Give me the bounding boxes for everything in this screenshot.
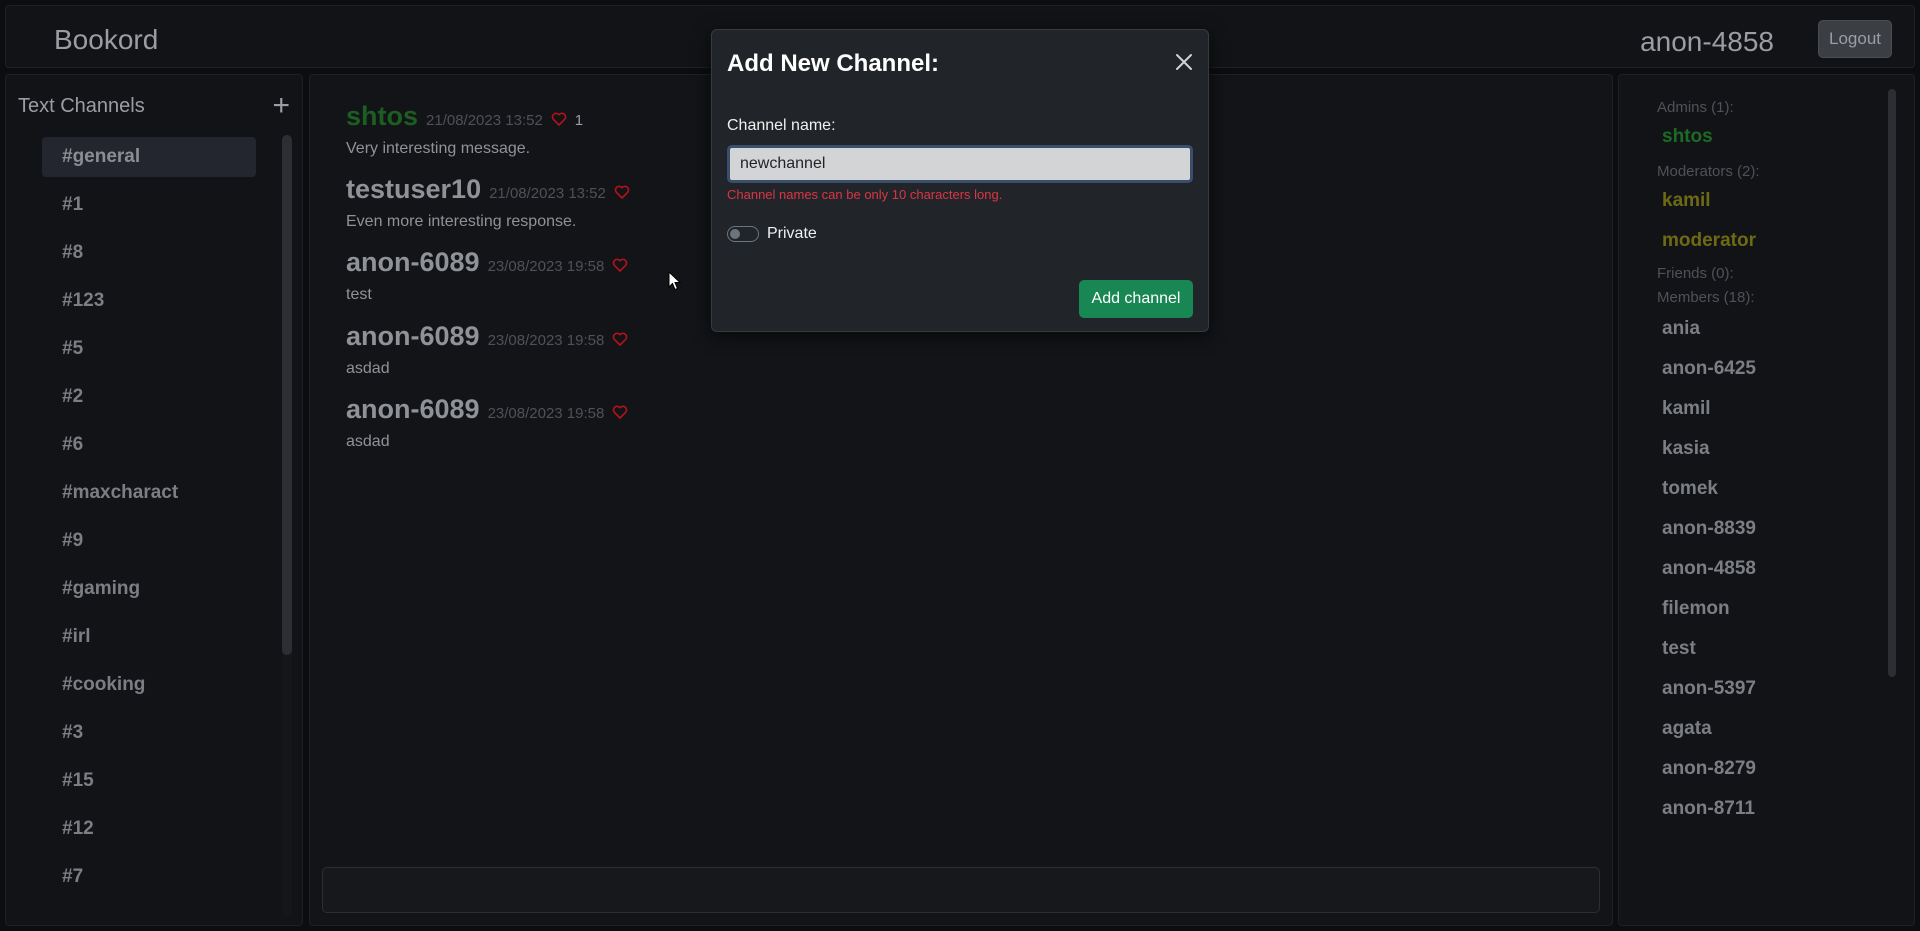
member-moderator[interactable]: kamil bbox=[1662, 190, 1711, 212]
message-timestamp: 23/08/2023 19:58 bbox=[487, 258, 605, 275]
channels-scrollbar-thumb[interactable] bbox=[282, 135, 292, 655]
message-text: asdad bbox=[346, 433, 390, 450]
message: anon-6089 23/08/2023 19:58 asdad bbox=[346, 321, 628, 378]
member-item[interactable]: anon-8279 bbox=[1662, 758, 1756, 780]
brand-logo[interactable]: Bookord bbox=[54, 24, 158, 56]
message-timestamp: 21/08/2023 13:52 bbox=[489, 185, 606, 202]
heart-icon[interactable] bbox=[614, 184, 630, 200]
message-author[interactable]: anon-6089 bbox=[346, 247, 480, 278]
like-count: 1 bbox=[574, 112, 584, 129]
heart-icon[interactable] bbox=[612, 257, 628, 273]
members-scrollbar[interactable] bbox=[1888, 89, 1896, 677]
message-author[interactable]: shtos bbox=[346, 101, 418, 132]
channel-item[interactable]: #123 bbox=[42, 281, 256, 321]
channel-item[interactable]: #8 bbox=[42, 233, 256, 273]
logout-button[interactable]: Logout bbox=[1818, 20, 1892, 58]
member-item[interactable]: kamil bbox=[1662, 398, 1711, 420]
channel-item[interactable]: #3 bbox=[42, 713, 256, 753]
message-author[interactable]: anon-6089 bbox=[346, 321, 480, 352]
member-item[interactable]: anon-5397 bbox=[1662, 678, 1756, 700]
message-text: test bbox=[346, 286, 372, 303]
member-item[interactable]: anon-4858 bbox=[1662, 558, 1756, 580]
message-text: Even more interesting response. bbox=[346, 213, 577, 230]
channel-item[interactable]: #irl bbox=[42, 617, 256, 657]
channel-list: #general #1 #8 #123 #5 #2 #6 #maxcharact… bbox=[42, 137, 256, 905]
member-item[interactable]: anon-8711 bbox=[1662, 798, 1755, 820]
member-item[interactable]: anon-8839 bbox=[1662, 518, 1756, 540]
member-item[interactable]: ania bbox=[1662, 318, 1700, 340]
message-author[interactable]: testuser10 bbox=[346, 174, 481, 205]
modal-title: Add New Channel: bbox=[727, 50, 940, 77]
channels-scrollbar[interactable] bbox=[282, 135, 292, 917]
channel-item[interactable]: #6 bbox=[42, 425, 256, 465]
message-timestamp: 23/08/2023 19:58 bbox=[487, 405, 605, 422]
member-item[interactable]: filemon bbox=[1662, 598, 1730, 620]
channel-item[interactable]: #2 bbox=[42, 377, 256, 417]
channel-item[interactable]: #cooking bbox=[42, 665, 256, 705]
member-item[interactable]: anon-6425 bbox=[1662, 358, 1756, 380]
add-channel-button[interactable]: Add channel bbox=[1079, 280, 1193, 318]
channel-item[interactable]: #12 bbox=[42, 809, 256, 849]
heart-icon[interactable] bbox=[612, 331, 628, 347]
channels-sidebar: Text Channels + #general #1 #8 #123 #5 #… bbox=[5, 74, 303, 926]
channel-item[interactable]: #gaming bbox=[42, 569, 256, 609]
members-scrollbar-thumb[interactable] bbox=[1888, 89, 1896, 677]
message-author[interactable]: anon-6089 bbox=[346, 394, 480, 425]
channel-item[interactable]: #5 bbox=[42, 329, 256, 369]
current-username: anon-4858 bbox=[1640, 26, 1774, 57]
channels-title: Text Channels bbox=[18, 95, 145, 117]
channel-item[interactable]: #15 bbox=[42, 761, 256, 801]
private-label: Private bbox=[767, 225, 817, 242]
member-item[interactable]: test bbox=[1662, 638, 1696, 660]
message: anon-6089 23/08/2023 19:58 test bbox=[346, 247, 628, 304]
members-panel: Admins (1): shtos Moderators (2): kamil … bbox=[1618, 74, 1915, 926]
member-item[interactable]: tomek bbox=[1662, 478, 1718, 500]
member-item[interactable]: agata bbox=[1662, 718, 1712, 740]
members-heading: Members (18): bbox=[1657, 289, 1755, 306]
moderators-heading: Moderators (2): bbox=[1657, 163, 1760, 180]
message-timestamp: 21/08/2023 13:52 bbox=[426, 112, 543, 129]
channel-name-input[interactable] bbox=[727, 145, 1193, 183]
message-text: Very interesting message. bbox=[346, 140, 531, 157]
member-admin[interactable]: shtos bbox=[1662, 126, 1713, 148]
close-icon[interactable] bbox=[1174, 52, 1194, 72]
channel-item[interactable]: #7 bbox=[42, 857, 256, 897]
heart-icon[interactable] bbox=[612, 404, 628, 420]
channel-item[interactable]: #9 bbox=[42, 521, 256, 561]
friends-heading: Friends (0): bbox=[1657, 265, 1734, 282]
toggle-knob bbox=[730, 229, 740, 239]
message-input[interactable] bbox=[322, 867, 1600, 913]
app-root: Bookord anon-4858 Logout Text Channels +… bbox=[0, 0, 1920, 931]
member-item[interactable]: kasia bbox=[1662, 438, 1710, 460]
add-channel-modal: Add New Channel: Channel name: Channel n… bbox=[711, 29, 1209, 332]
add-channel-icon[interactable]: + bbox=[272, 91, 290, 121]
channel-item[interactable]: #maxcharact bbox=[42, 473, 256, 513]
channel-item-general[interactable]: #general bbox=[42, 137, 256, 177]
message-timestamp: 23/08/2023 19:58 bbox=[487, 332, 605, 349]
mouse-cursor-icon bbox=[668, 271, 682, 291]
message: anon-6089 23/08/2023 19:58 asdad bbox=[346, 394, 628, 451]
private-toggle[interactable] bbox=[727, 226, 759, 242]
message-text: asdad bbox=[346, 360, 390, 377]
channel-item[interactable]: #1 bbox=[42, 185, 256, 225]
validation-error: Channel names can be only 10 characters … bbox=[727, 187, 1003, 202]
channel-name-label: Channel name: bbox=[727, 117, 836, 134]
message: testuser10 21/08/2023 13:52 Even more in… bbox=[346, 174, 630, 231]
member-moderator[interactable]: moderator bbox=[1662, 230, 1756, 252]
admins-heading: Admins (1): bbox=[1657, 99, 1734, 116]
message: shtos 21/08/2023 13:52 1 Very interestin… bbox=[346, 101, 583, 158]
heart-icon[interactable] bbox=[551, 111, 567, 127]
